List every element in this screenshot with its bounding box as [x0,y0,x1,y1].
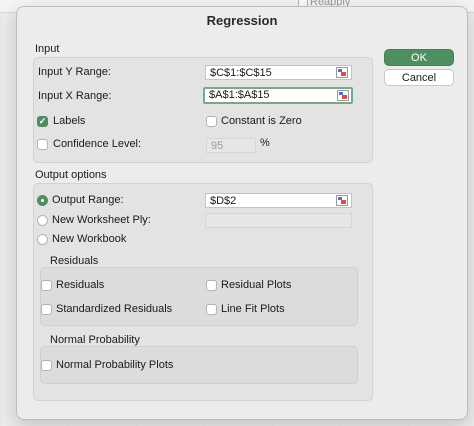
regression-dialog: Regression OK Cancel Input Input Y Range… [16,6,468,420]
normal-probability-plots-checkbox[interactable] [41,360,52,371]
percent-sign: % [260,137,270,149]
standardized-residuals-label: Standardized Residuals [56,303,173,315]
input-section-label: Input [35,43,60,55]
standardized-residuals-checkbox[interactable] [41,304,52,315]
output-range-label: Output Range: [52,194,124,206]
new-worksheet-ply-label: New Worksheet Ply: [52,214,151,226]
input-y-range-field[interactable]: $C$1:$C$15 [205,65,352,80]
residuals-label: Residuals [56,279,105,291]
new-worksheet-ply-field[interactable] [205,213,352,228]
output-options-section-label: Output options [35,169,107,181]
range-picker-icon[interactable] [337,90,349,101]
input-x-range-label: Input X Range: [38,90,112,102]
residuals-checkbox[interactable] [41,280,52,291]
constant-is-zero-checkbox[interactable] [206,116,217,127]
confidence-level-checkbox[interactable] [37,139,48,150]
new-worksheet-ply-radio[interactable] [37,215,48,226]
line-fit-plots-checkbox[interactable] [206,304,217,315]
confidence-level-field[interactable]: 95 [206,138,256,153]
ok-button[interactable]: OK [384,49,454,66]
new-workbook-radio[interactable] [37,234,48,245]
new-workbook-label: New Workbook [52,233,127,245]
normal-probability-plots-label: Normal Probability Plots [56,359,174,371]
input-y-range-label: Input Y Range: [38,66,111,78]
line-fit-plots-label: Line Fit Plots [221,303,285,315]
range-picker-icon[interactable] [336,67,348,78]
normal-probability-section-label: Normal Probability [50,334,140,346]
residual-plots-label: Residual Plots [221,279,292,291]
input-x-range-field[interactable]: $A$1:$A$15 [203,87,353,104]
labels-checkbox-label: Labels [53,115,86,127]
output-range-field[interactable]: $D$2 [205,193,352,208]
output-range-radio[interactable] [37,195,48,206]
residual-plots-checkbox[interactable] [206,280,217,291]
residuals-section-label: Residuals [50,255,99,267]
labels-checkbox[interactable]: ✓ [37,116,48,127]
constant-is-zero-label: Constant is Zero [221,115,302,127]
confidence-level-label: Confidence Level: [53,138,142,150]
residuals-group [40,267,358,326]
range-picker-icon[interactable] [336,195,348,206]
dialog-title: Regression [206,13,278,28]
cancel-button[interactable]: Cancel [384,69,454,86]
